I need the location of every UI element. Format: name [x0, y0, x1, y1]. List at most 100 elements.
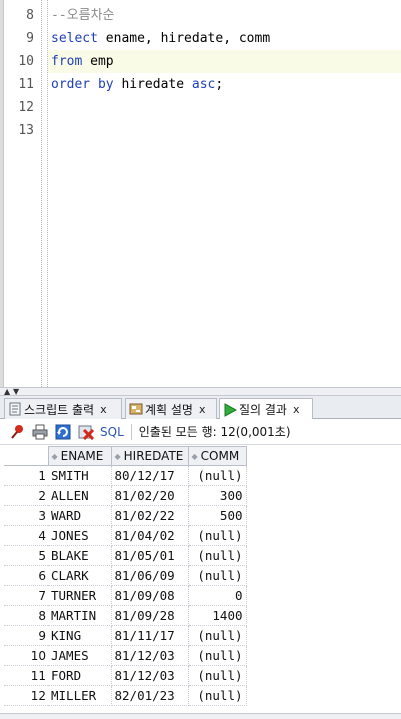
column-header-comm[interactable]: ◆ COMM — [187, 446, 247, 466]
script-output-icon — [8, 402, 22, 416]
code-line[interactable] — [48, 96, 401, 119]
cell-hiredate[interactable]: 82/01/23 — [111, 685, 189, 706]
pin-button[interactable] — [7, 422, 27, 442]
table-row[interactable]: 2 ALLEN 81/02/20 300 — [4, 485, 247, 506]
cell-ename[interactable]: JONES — [48, 525, 112, 546]
row-number: 4 — [4, 525, 48, 546]
collapse-up-icon[interactable]: ▲ — [4, 388, 10, 396]
table-row[interactable]: 9 KING 81/11/17 (null) — [4, 625, 247, 646]
line-number: 12 — [18, 100, 34, 115]
sort-icon: ◆ — [51, 452, 58, 461]
cell-ename[interactable]: TURNER — [48, 585, 112, 606]
sort-icon: ◆ — [114, 452, 121, 461]
cell-ename[interactable]: MILLER — [48, 685, 112, 706]
sql-text: ; — [215, 77, 224, 92]
cell-comm[interactable]: (null) — [188, 545, 247, 566]
cell-comm[interactable]: (null) — [188, 665, 247, 686]
cell-hiredate[interactable]: 81/09/08 — [111, 585, 189, 606]
cell-ename[interactable]: KING — [48, 625, 112, 646]
pane-splitter[interactable]: ▲ ▼ — [0, 387, 401, 396]
column-header-ename[interactable]: ◆ ENAME — [47, 446, 112, 466]
cell-hiredate[interactable]: 81/11/17 — [111, 625, 189, 646]
sql-text: emp — [82, 54, 114, 69]
row-number: 9 — [4, 625, 48, 646]
table-row[interactable]: 12 MILLER 82/01/23 (null) — [4, 685, 247, 706]
table-row[interactable]: 1 SMITH 80/12/17 (null) — [4, 465, 247, 486]
line-number: 10 — [18, 54, 34, 69]
cell-comm[interactable]: (null) — [188, 525, 247, 546]
cell-ename[interactable]: MARTIN — [48, 605, 112, 626]
cell-comm[interactable]: 500 — [188, 505, 247, 526]
cell-ename[interactable]: BLAKE — [48, 545, 112, 566]
cell-hiredate[interactable]: 81/12/03 — [111, 645, 189, 666]
table-row[interactable]: 3 WARD 81/02/22 500 — [4, 505, 247, 526]
output-tabbar: 스크립트 출력 x 계획 설명 x 질의 결과 x — [0, 396, 401, 420]
cell-ename[interactable]: WARD — [48, 505, 112, 526]
print-button[interactable] — [30, 422, 50, 442]
table-row[interactable]: 11 FORD 81/12/03 (null) — [4, 665, 247, 686]
row-number: 5 — [4, 545, 48, 566]
cell-comm[interactable]: (null) — [188, 625, 247, 646]
row-number-header — [4, 446, 49, 466]
cancel-button[interactable] — [76, 422, 96, 442]
close-icon[interactable]: x — [199, 403, 206, 416]
sql-button[interactable]: SQL — [100, 425, 124, 439]
refresh-button[interactable] — [53, 422, 73, 442]
code-line[interactable]: --오름차순 — [48, 4, 401, 27]
cell-comm[interactable]: 0 — [188, 585, 247, 606]
cell-hiredate[interactable]: 81/04/02 — [111, 525, 189, 546]
table-row[interactable]: 6 CLARK 81/06/09 (null) — [4, 565, 247, 586]
run-arrow-icon — [223, 402, 238, 417]
line-number: 11 — [18, 77, 34, 92]
sql-editor[interactable]: 8 --오름차순 9 select ename, hiredate, comm 10 fr… — [0, 0, 401, 387]
tab-query-result[interactable]: 질의 결과 x — [219, 398, 313, 420]
row-number: 1 — [4, 465, 48, 486]
cell-hiredate[interactable]: 81/05/01 — [111, 545, 189, 566]
sql-comment: --오름차순 — [51, 8, 115, 23]
sql-keyword: by — [97, 77, 114, 92]
line-number: 9 — [26, 31, 34, 46]
line-number: 8 — [26, 8, 34, 23]
cell-ename[interactable]: FORD — [48, 665, 112, 686]
code-line[interactable] — [48, 119, 401, 142]
cell-hiredate[interactable]: 81/02/20 — [111, 485, 189, 506]
column-header-hiredate[interactable]: ◆ HIREDATE — [110, 446, 189, 466]
cell-comm[interactable]: (null) — [188, 645, 247, 666]
cell-hiredate[interactable]: 81/06/09 — [111, 565, 189, 586]
close-icon[interactable]: x — [293, 403, 300, 416]
table-row[interactable]: 10 JAMES 81/12/03 (null) — [4, 645, 247, 666]
table-row[interactable]: 8 MARTIN 81/09/28 1400 — [4, 605, 247, 626]
table-row[interactable]: 4 JONES 81/04/02 (null) — [4, 525, 247, 546]
cell-ename[interactable]: CLARK — [48, 565, 112, 586]
close-icon[interactable]: x — [100, 403, 107, 416]
cell-hiredate[interactable]: 81/02/22 — [111, 505, 189, 526]
collapse-down-icon[interactable]: ▼ — [13, 388, 19, 396]
cell-hiredate[interactable]: 81/09/28 — [111, 605, 189, 626]
sql-text: ename, hiredate, comm — [97, 31, 271, 46]
cell-comm[interactable]: (null) — [188, 685, 247, 706]
sql-keyword: order — [51, 77, 91, 92]
row-number: 11 — [4, 665, 48, 686]
cell-comm[interactable]: 300 — [188, 485, 247, 506]
cell-comm[interactable]: 1400 — [188, 605, 247, 626]
sql-keyword: asc — [191, 77, 216, 92]
code-line[interactable]: select ename, hiredate, comm — [48, 27, 401, 50]
cell-comm[interactable]: (null) — [188, 565, 247, 586]
cell-comm[interactable]: (null) — [188, 465, 247, 486]
fetch-status-text: 인출된 모든 행: 12(0,001초) — [138, 425, 291, 439]
table-row[interactable]: 7 TURNER 81/09/08 0 — [4, 585, 247, 606]
tab-explain-plan[interactable]: 계획 설명 x — [125, 398, 217, 419]
tab-script-output[interactable]: 스크립트 출력 x — [4, 398, 122, 419]
results-grid[interactable]: ◆ ENAME ◆ HIREDATE ◆ COMM 1 SMITH 80/12/17 (nu… — [4, 446, 247, 706]
cell-ename[interactable]: SMITH — [48, 465, 112, 486]
row-number: 7 — [4, 585, 48, 606]
cell-ename[interactable]: ALLEN — [48, 485, 112, 506]
cell-ename[interactable]: JAMES — [48, 645, 112, 666]
table-row[interactable]: 5 BLAKE 81/05/01 (null) — [4, 545, 247, 566]
results-grid-body: 1 SMITH 80/12/17 (null) 2 ALLEN 81/02/20 300 3 WA… — [4, 465, 247, 706]
code-line[interactable]: order by hiredate asc; — [48, 73, 401, 96]
code-line[interactable]: from emp — [48, 50, 401, 73]
cell-hiredate[interactable]: 80/12/17 — [111, 465, 189, 486]
cell-hiredate[interactable]: 81/12/03 — [111, 665, 189, 686]
